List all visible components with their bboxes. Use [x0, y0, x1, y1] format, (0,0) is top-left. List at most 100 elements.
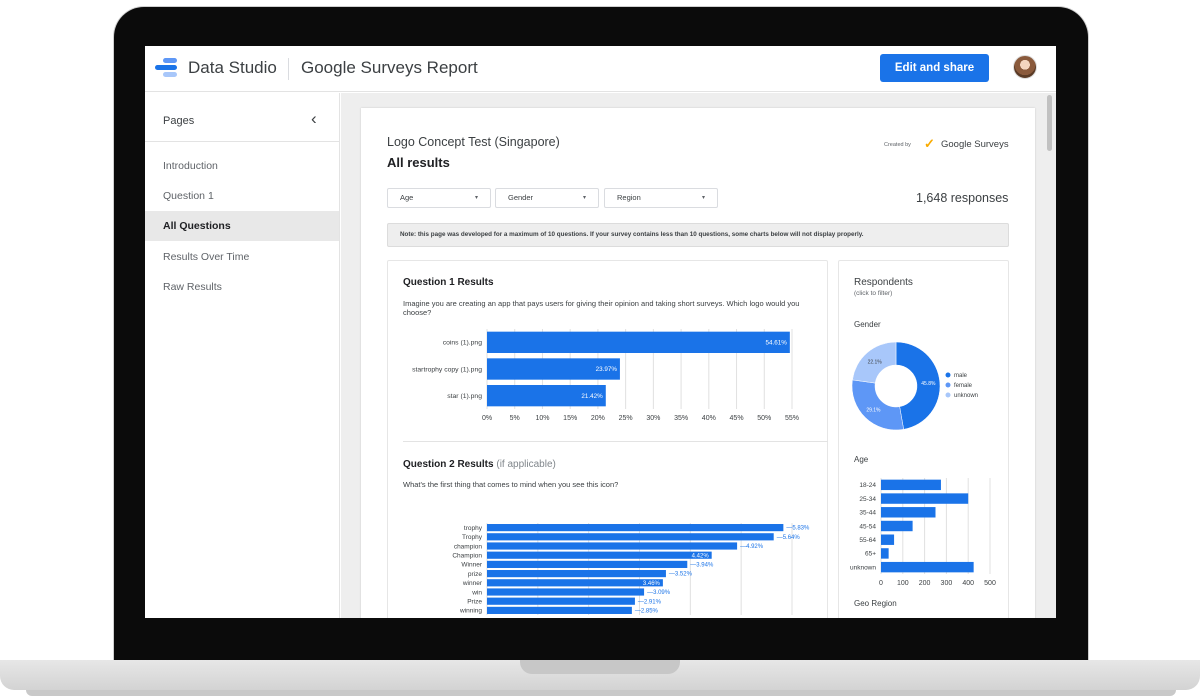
x-tick-label: 200 — [919, 580, 931, 586]
region-filter-dropdown[interactable]: Region ▾ — [604, 188, 718, 208]
avatar[interactable] — [1013, 55, 1037, 79]
bar — [881, 548, 889, 559]
category-label: prize — [468, 571, 482, 578]
x-tick-label: 55% — [785, 415, 799, 422]
category-label: 18-24 — [859, 482, 876, 489]
category-label: winning — [459, 608, 482, 615]
legend-swatch — [945, 372, 951, 378]
bar — [881, 520, 913, 532]
category-label: coins (1).png — [443, 340, 483, 347]
category-label: 35-44 — [859, 510, 876, 517]
age-bar-chart[interactable]: 0 100 200 300 400 500 18-24 25-34 35-44 45-54 55-6… — [839, 471, 1010, 586]
header-divider — [288, 58, 289, 80]
x-tick-label: 20% — [591, 415, 605, 422]
info-note: Note: this page was developed for a maxi… — [387, 223, 1009, 247]
x-tick-label: 0% — [482, 415, 492, 422]
category-label: win — [471, 589, 482, 596]
scrollbar-thumb[interactable] — [1047, 95, 1052, 151]
app-header: Data Studio Google Surveys Report Edit a… — [145, 46, 1056, 92]
chevron-left-icon[interactable]: ‹ — [311, 109, 317, 129]
report-page: Logo Concept Test (Singapore) All result… — [361, 108, 1035, 618]
age-filter-label: Age — [400, 193, 414, 202]
geo-region-label: Geo Region — [854, 599, 897, 608]
survey-title: Logo Concept Test (Singapore) — [387, 135, 560, 149]
x-tick-label: 35% — [674, 415, 688, 422]
data-label: 45.8% — [921, 381, 936, 387]
screen: Data Studio Google Surveys Report Edit a… — [145, 46, 1056, 618]
question-2-bar-chart[interactable]: 0%1%2%3%4%5%6%trophy—5.83%Trophy—5.64%ch… — [388, 509, 829, 618]
bar — [487, 560, 688, 568]
bar — [487, 588, 645, 596]
question-2-text: What's the first thing that comes to min… — [403, 480, 619, 489]
sidebar-item-raw-results[interactable]: Raw Results — [145, 272, 339, 302]
age-label: Age — [854, 455, 869, 464]
respondents-title: Respondents — [854, 277, 913, 288]
question-2-title: Question 2 Results (if applicable) — [403, 459, 556, 470]
category-label: Trophy — [462, 534, 483, 541]
data-label: —5.64% — [777, 535, 801, 541]
report-title[interactable]: Google Surveys Report — [301, 58, 478, 78]
pages-sidebar: Pages ‹ Introduction Question 1 All Ques… — [145, 93, 340, 618]
bar — [487, 570, 666, 578]
bar — [881, 479, 941, 491]
gender-filter-dropdown[interactable]: Gender ▾ — [495, 188, 599, 208]
x-tick-label: 40% — [702, 415, 716, 422]
x-tick-label: 300 — [941, 580, 953, 586]
google-surveys-check-icon: ✓ — [924, 136, 935, 151]
data-label: 3.46% — [643, 581, 661, 587]
question-1-bar-chart[interactable]: 0% 5% 10% 15% 20% 25% 30% 35% 40% 45% 50% 55% coins … — [388, 323, 829, 428]
bar — [487, 524, 784, 532]
caret-down-icon: ▾ — [701, 195, 705, 201]
x-tick-label: 5% — [510, 415, 520, 422]
app-name: Data Studio — [188, 58, 277, 77]
data-label: —3.52% — [669, 572, 693, 578]
questions-card: Question 1 Results Imagine you are creat… — [387, 260, 828, 618]
respondents-card: Respondents (click to filter) Gender 45.… — [838, 260, 1009, 618]
legend-label: unknown — [954, 393, 978, 399]
gender-donut-chart[interactable]: 45.8% 29.1% 22.1% male female unknown — [839, 331, 1010, 441]
category-label: Champion — [452, 552, 482, 559]
bar — [881, 507, 936, 518]
question-1-text: Imagine you are creating an app that pay… — [403, 299, 800, 317]
x-tick-label: 100 — [897, 580, 909, 586]
category-label: Winner — [461, 562, 482, 569]
x-tick-label: 500 — [984, 580, 996, 586]
data-label: 23.97% — [596, 366, 618, 373]
data-label: —2.91% — [638, 599, 662, 605]
legend-label: female — [954, 383, 973, 389]
category-label: trophy — [464, 525, 483, 532]
age-filter-dropdown[interactable]: Age ▾ — [387, 188, 491, 208]
respondents-hint: (click to filter) — [854, 290, 893, 297]
data-label: 54.61% — [765, 340, 787, 347]
edit-and-share-button[interactable]: Edit and share — [880, 54, 989, 82]
report-canvas: Logo Concept Test (Singapore) All result… — [341, 93, 1056, 618]
bar — [487, 579, 663, 587]
sidebar-item-all-questions[interactable]: All Questions — [145, 211, 339, 241]
data-label: 4.42% — [692, 553, 710, 559]
category-label: 65+ — [865, 551, 876, 558]
sidebar-item-results-over-time[interactable]: Results Over Time — [145, 242, 339, 272]
scrollbar-track[interactable] — [1046, 93, 1054, 618]
data-label: —2.85% — [635, 609, 659, 615]
category-label: Prize — [467, 598, 482, 605]
region-filter-label: Region — [617, 193, 641, 202]
x-tick-label: 45% — [730, 415, 744, 422]
sidebar-item-question-1[interactable]: Question 1 — [145, 181, 339, 211]
bar — [881, 561, 974, 573]
category-label: 55-64 — [859, 537, 876, 544]
donut-slice — [851, 379, 904, 431]
x-tick-label: 10% — [535, 415, 549, 422]
caret-down-icon: ▾ — [474, 195, 478, 201]
x-tick-label: 400 — [962, 580, 974, 586]
x-tick-label: 15% — [563, 415, 577, 422]
question-divider — [403, 441, 828, 442]
bar — [881, 534, 895, 545]
bar — [487, 606, 632, 614]
bar — [881, 493, 969, 504]
sidebar-item-introduction[interactable]: Introduction — [145, 151, 339, 181]
gender-filter-label: Gender — [508, 193, 534, 202]
bar — [487, 542, 738, 550]
data-label: —3.09% — [647, 590, 671, 596]
page-heading: All results — [387, 155, 450, 170]
category-label: startrophy copy (1).png — [412, 366, 482, 373]
